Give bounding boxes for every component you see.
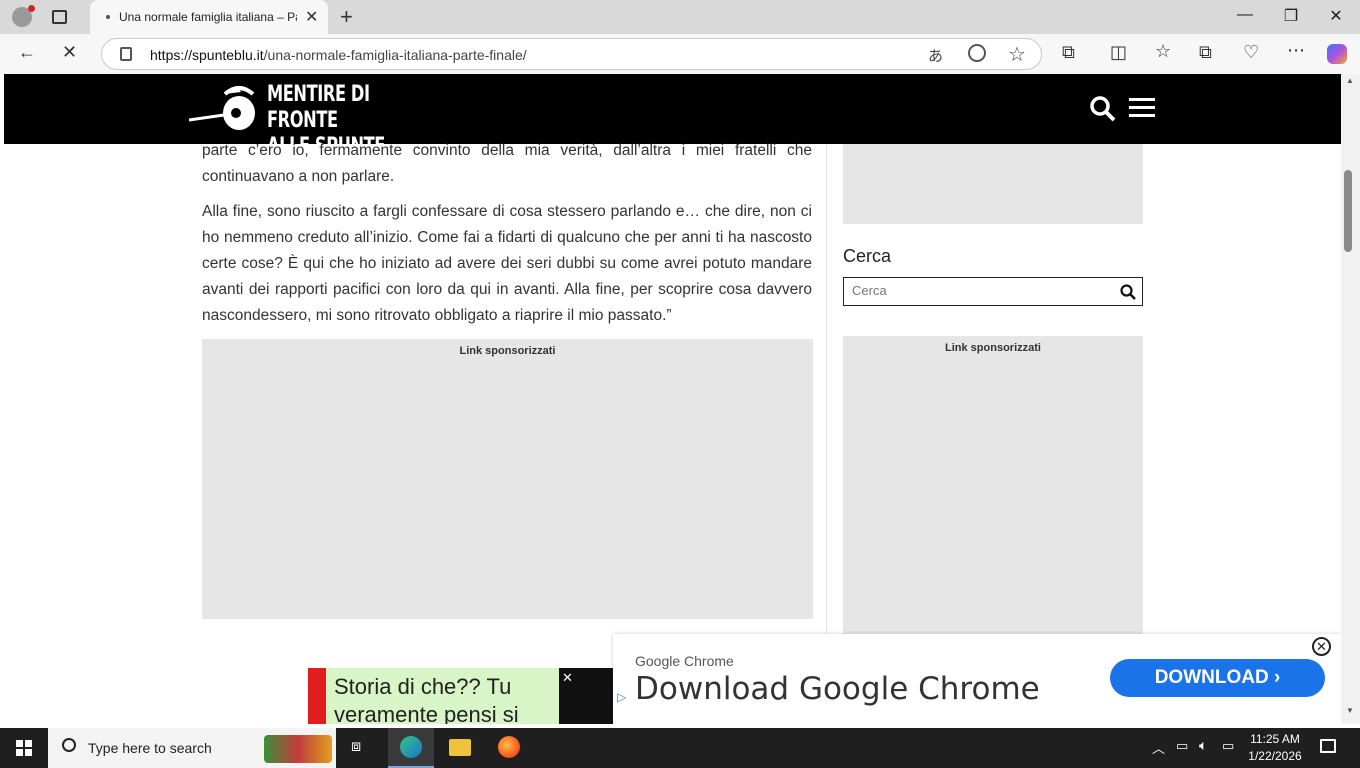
web-page: MENTIRE DI FRONTE ALLE SPUNTE BLU parte … (4, 74, 1341, 724)
url-path: /una-normale-famiglia-italiana-parte-fin… (263, 47, 527, 63)
search-icon (62, 738, 76, 752)
browser-navbar: ← ✕ https://spunteblu.it/una-normale-fam… (0, 34, 1360, 74)
ad-label: Link sponsorizzati (459, 345, 556, 357)
scroll-down-icon[interactable]: ▼ (1346, 706, 1354, 715)
ad-choices-icon[interactable]: ▷ (617, 690, 626, 704)
taskbar-search-placeholder: Type here to search (88, 740, 212, 756)
chrome-ad-headline: Download Google Chrome (635, 671, 1040, 707)
pinocchio-logo-icon (189, 86, 255, 130)
split-screen-icon[interactable]: ◫ (1110, 42, 1127, 63)
more-menu-icon[interactable]: ⋯ (1287, 40, 1305, 61)
close-icon[interactable]: ✕ (1312, 637, 1331, 656)
tab-active[interactable]: Una normale famiglia italiana – Pa ✕ (90, 0, 328, 34)
notifications-icon[interactable] (1320, 739, 1336, 753)
back-icon[interactable]: ← (18, 42, 36, 63)
sidebar-search-field[interactable] (843, 277, 1143, 306)
logo-line1: MENTIRE DI FRONTE (267, 82, 370, 133)
collections-icon[interactable]: ⧉ (1199, 42, 1212, 63)
chrome-ad-small-text: Google Chrome (635, 653, 734, 669)
ad-label: Link sponsorizzati (945, 342, 1041, 354)
favorite-star-icon[interactable]: ☆ (1008, 42, 1026, 67)
site-header: MENTIRE DI FRONTE ALLE SPUNTE BLU (4, 74, 1341, 185)
clock-time: 11:25 AM (1250, 732, 1300, 746)
windows-taskbar: Type here to search ⧈ ︿ ▭ 🔈︎ ▭ 11:25 AM … (0, 728, 1360, 768)
search-highlight-icon[interactable] (264, 735, 332, 763)
copilot-icon[interactable] (1327, 44, 1347, 64)
article-ad[interactable]: Link sponsorizzati (202, 339, 813, 619)
tab-close-icon[interactable]: ✕ (305, 7, 318, 27)
sidebar-search-title: Cerca (843, 246, 892, 266)
bottom-ad-text: Storia di che?? Tu veramente pensi si (334, 674, 519, 724)
tray-chevron-icon[interactable]: ︿ (1152, 738, 1165, 757)
edge-taskbar-icon[interactable] (388, 728, 434, 768)
volume-icon[interactable]: 🔈︎ (1199, 737, 1207, 754)
hamburger-menu-icon[interactable] (1129, 98, 1155, 118)
scroll-thumb[interactable] (1344, 170, 1352, 252)
sidebar-ad-top[interactable] (843, 144, 1143, 224)
taskbar-clock[interactable]: 11:25 AM 1/22/2026 (1236, 731, 1314, 765)
task-view-icon[interactable]: ⧈ (351, 738, 361, 756)
tab-title: Una normale famiglia italiana – Pa (119, 10, 297, 24)
url-host: https://spunteblu.it (150, 47, 264, 63)
file-explorer-icon[interactable] (449, 739, 471, 756)
browser-titlebar: Una normale famiglia italiana – Pa ✕ + —… (0, 0, 1360, 34)
minimize-icon[interactable]: — (1222, 6, 1268, 24)
bottom-ad-banner[interactable]: Storia di che?? Tu veramente pensi si ✕ (308, 668, 614, 724)
reader-icon[interactable] (968, 44, 986, 62)
article-paragraph: parte c’ero io, fermamente convinto dell… (202, 142, 812, 185)
firefox-icon[interactable] (498, 736, 520, 758)
chrome-download-button[interactable]: DOWNLOAD › (1110, 659, 1325, 697)
new-tab-icon[interactable]: + (340, 4, 353, 30)
stop-loading-icon[interactable]: ✕ (62, 42, 77, 63)
scroll-up-icon[interactable]: ▲ (1346, 76, 1354, 85)
chrome-download-label: DOWNLOAD (1154, 667, 1269, 688)
sidebar-ad[interactable]: Link sponsorizzati (843, 336, 1143, 636)
close-window-icon[interactable]: ✕ (1313, 6, 1359, 26)
site-info-icon[interactable] (120, 47, 132, 61)
network-icon[interactable]: ▭ (1176, 738, 1188, 754)
tab-loading-icon (106, 15, 110, 19)
sidebar-search-input[interactable] (852, 283, 1112, 298)
tab-actions-icon[interactable] (52, 10, 67, 24)
extensions-icon[interactable]: ⧉ (1062, 42, 1075, 63)
article-paragraph: Alla fine, sono riuscito a fargli confes… (202, 203, 812, 324)
start-windows-icon[interactable] (16, 740, 32, 756)
taskbar-search[interactable]: Type here to search (48, 728, 336, 768)
clock-date: 1/22/2026 (1248, 749, 1302, 763)
profile-avatar-icon[interactable] (12, 5, 35, 27)
favorites-icon[interactable]: ☆ (1155, 41, 1171, 62)
display-icon[interactable]: ▭ (1222, 738, 1234, 754)
search-icon[interactable] (1120, 284, 1136, 300)
url-text[interactable]: https://spunteblu.it/una-normale-famigli… (150, 47, 527, 63)
site-logo[interactable]: MENTIRE DI FRONTE ALLE SPUNTE BLU (189, 80, 414, 185)
ad-close-icon[interactable]: ✕ (562, 670, 573, 686)
translate-icon[interactable]: あ (928, 45, 943, 66)
browser-essentials-icon[interactable]: ♡ (1243, 42, 1259, 63)
address-bar[interactable]: https://spunteblu.it/una-normale-famigli… (101, 38, 1042, 70)
chrome-download-ad[interactable]: ▷ Google Chrome Download Google Chrome D… (613, 634, 1341, 724)
search-icon[interactable] (1090, 96, 1116, 122)
restore-icon[interactable]: ❐ (1268, 6, 1314, 26)
